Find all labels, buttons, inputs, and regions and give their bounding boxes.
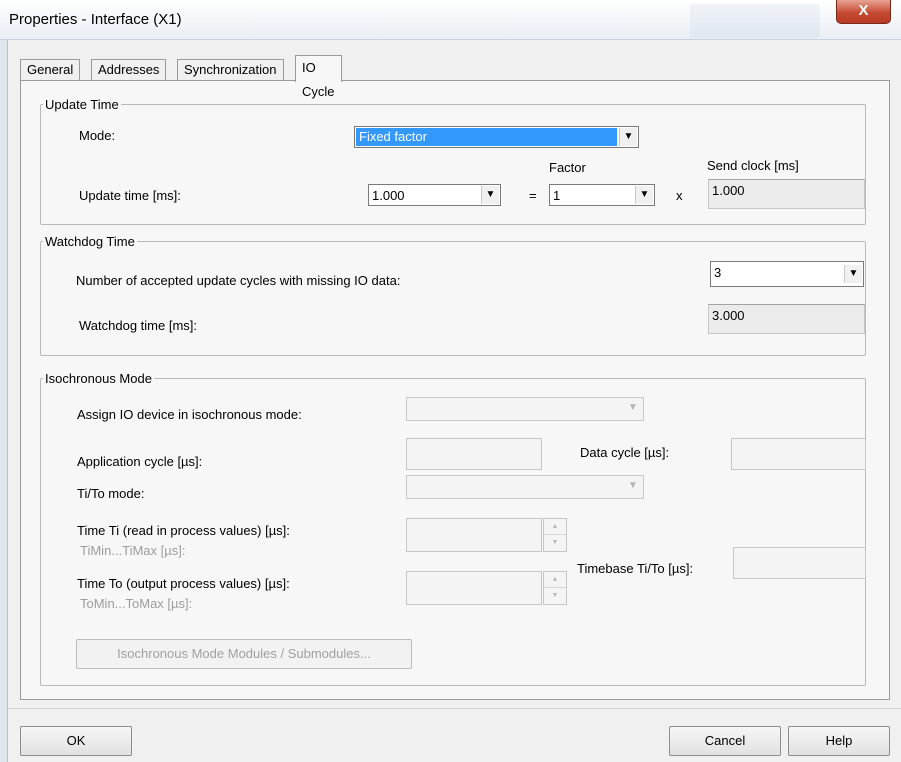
time-ti-spinner[interactable]: ▲ ▼ [543,518,567,552]
timebase-ti-to-label: Timebase Ti/To [µs]: [577,561,694,576]
update-time-value: 1.000 [372,188,405,203]
tab-synchronization[interactable]: Synchronization [177,59,284,81]
data-cycle-field[interactable] [731,438,866,470]
watchdog-time-value: 3.000 [712,308,745,323]
tab-io-cycle[interactable]: IO Cycle [295,55,342,99]
tab-general[interactable]: General [20,59,81,81]
time-ti-label: Time Ti (read in process values) [µs]: [77,523,290,538]
watchdog-time-group: Watchdog Time [40,234,866,356]
ti-to-mode-label: Ti/To mode: [77,486,145,501]
ti-range-label: TiMin...TiMax [µs]: [80,543,186,558]
timebase-ti-to-field[interactable] [733,547,866,579]
chevron-down-icon: ▼ [624,399,642,417]
close-button[interactable]: X [836,0,891,24]
assign-io-device-select[interactable]: ▼ [406,397,644,421]
data-cycle-label: Data cycle [µs]: [580,445,670,460]
application-cycle-field[interactable] [406,438,542,470]
spin-down-icon[interactable]: ▼ [544,535,566,551]
watchdog-time-legend: Watchdog Time [45,234,135,249]
mode-label: Mode: [79,128,116,143]
chevron-down-icon: ▼ [481,186,499,204]
window-title: Properties - Interface (X1) [9,11,182,28]
watchdog-time-label: Watchdog time [ms]: [79,318,197,333]
spin-down-icon[interactable]: ▼ [544,588,566,604]
spin-up-icon[interactable]: ▲ [544,519,566,535]
time-ti-field[interactable] [406,518,542,552]
chevron-down-icon: ▼ [619,128,637,146]
ok-button[interactable]: OK [20,726,132,756]
help-button[interactable]: Help [788,726,890,756]
update-time-label: Update time [ms]: [79,188,181,203]
background-window-ghost [690,4,820,38]
ti-to-mode-select[interactable]: ▼ [406,475,644,499]
isochronous-modules-button[interactable]: Isochronous Mode Modules / Submodules... [76,639,412,669]
assign-io-device-label: Assign IO device in isochronous mode: [77,407,302,422]
multiply-sign: x [676,188,683,203]
mode-select[interactable]: Fixed factor ▼ [354,126,639,148]
time-to-spinner[interactable]: ▲ ▼ [543,571,567,605]
spin-up-icon[interactable]: ▲ [544,572,566,588]
update-time-legend: Update Time [45,97,119,112]
chevron-down-icon: ▼ [624,477,642,495]
time-to-label: Time To (output process values) [µs]: [77,576,290,591]
mode-value: Fixed factor [356,128,617,146]
accepted-cycles-select[interactable]: 3 ▼ [710,261,864,287]
factor-select[interactable]: 1 ▼ [549,184,655,206]
tab-panel-io-cycle: Update Time Mode: Fixed factor ▼ Factor … [20,80,890,700]
window-left-edge [0,40,8,762]
footer-divider [8,708,901,709]
equals-sign: = [529,188,537,203]
send-clock-label: Send clock [ms] [707,158,799,173]
send-clock-value: 1.000 [712,183,745,198]
cancel-button[interactable]: Cancel [669,726,781,756]
accepted-cycles-label: Number of accepted update cycles with mi… [76,273,401,288]
accepted-cycles-value: 3 [714,265,722,280]
title-bar: Properties - Interface (X1) X [0,0,901,40]
isochronous-mode-legend: Isochronous Mode [45,371,152,386]
watchdog-time-field: 3.000 [708,304,865,334]
factor-label: Factor [549,160,586,175]
chevron-down-icon: ▼ [635,186,653,204]
time-to-field[interactable] [406,571,542,605]
application-cycle-label: Application cycle [µs]: [77,454,203,469]
update-time-select[interactable]: 1.000 ▼ [368,184,501,206]
tab-addresses[interactable]: Addresses [91,59,167,81]
chevron-down-icon: ▼ [844,265,862,283]
factor-value: 1 [553,188,561,203]
to-range-label: ToMin...ToMax [µs]: [80,596,193,611]
send-clock-field: 1.000 [708,179,865,209]
